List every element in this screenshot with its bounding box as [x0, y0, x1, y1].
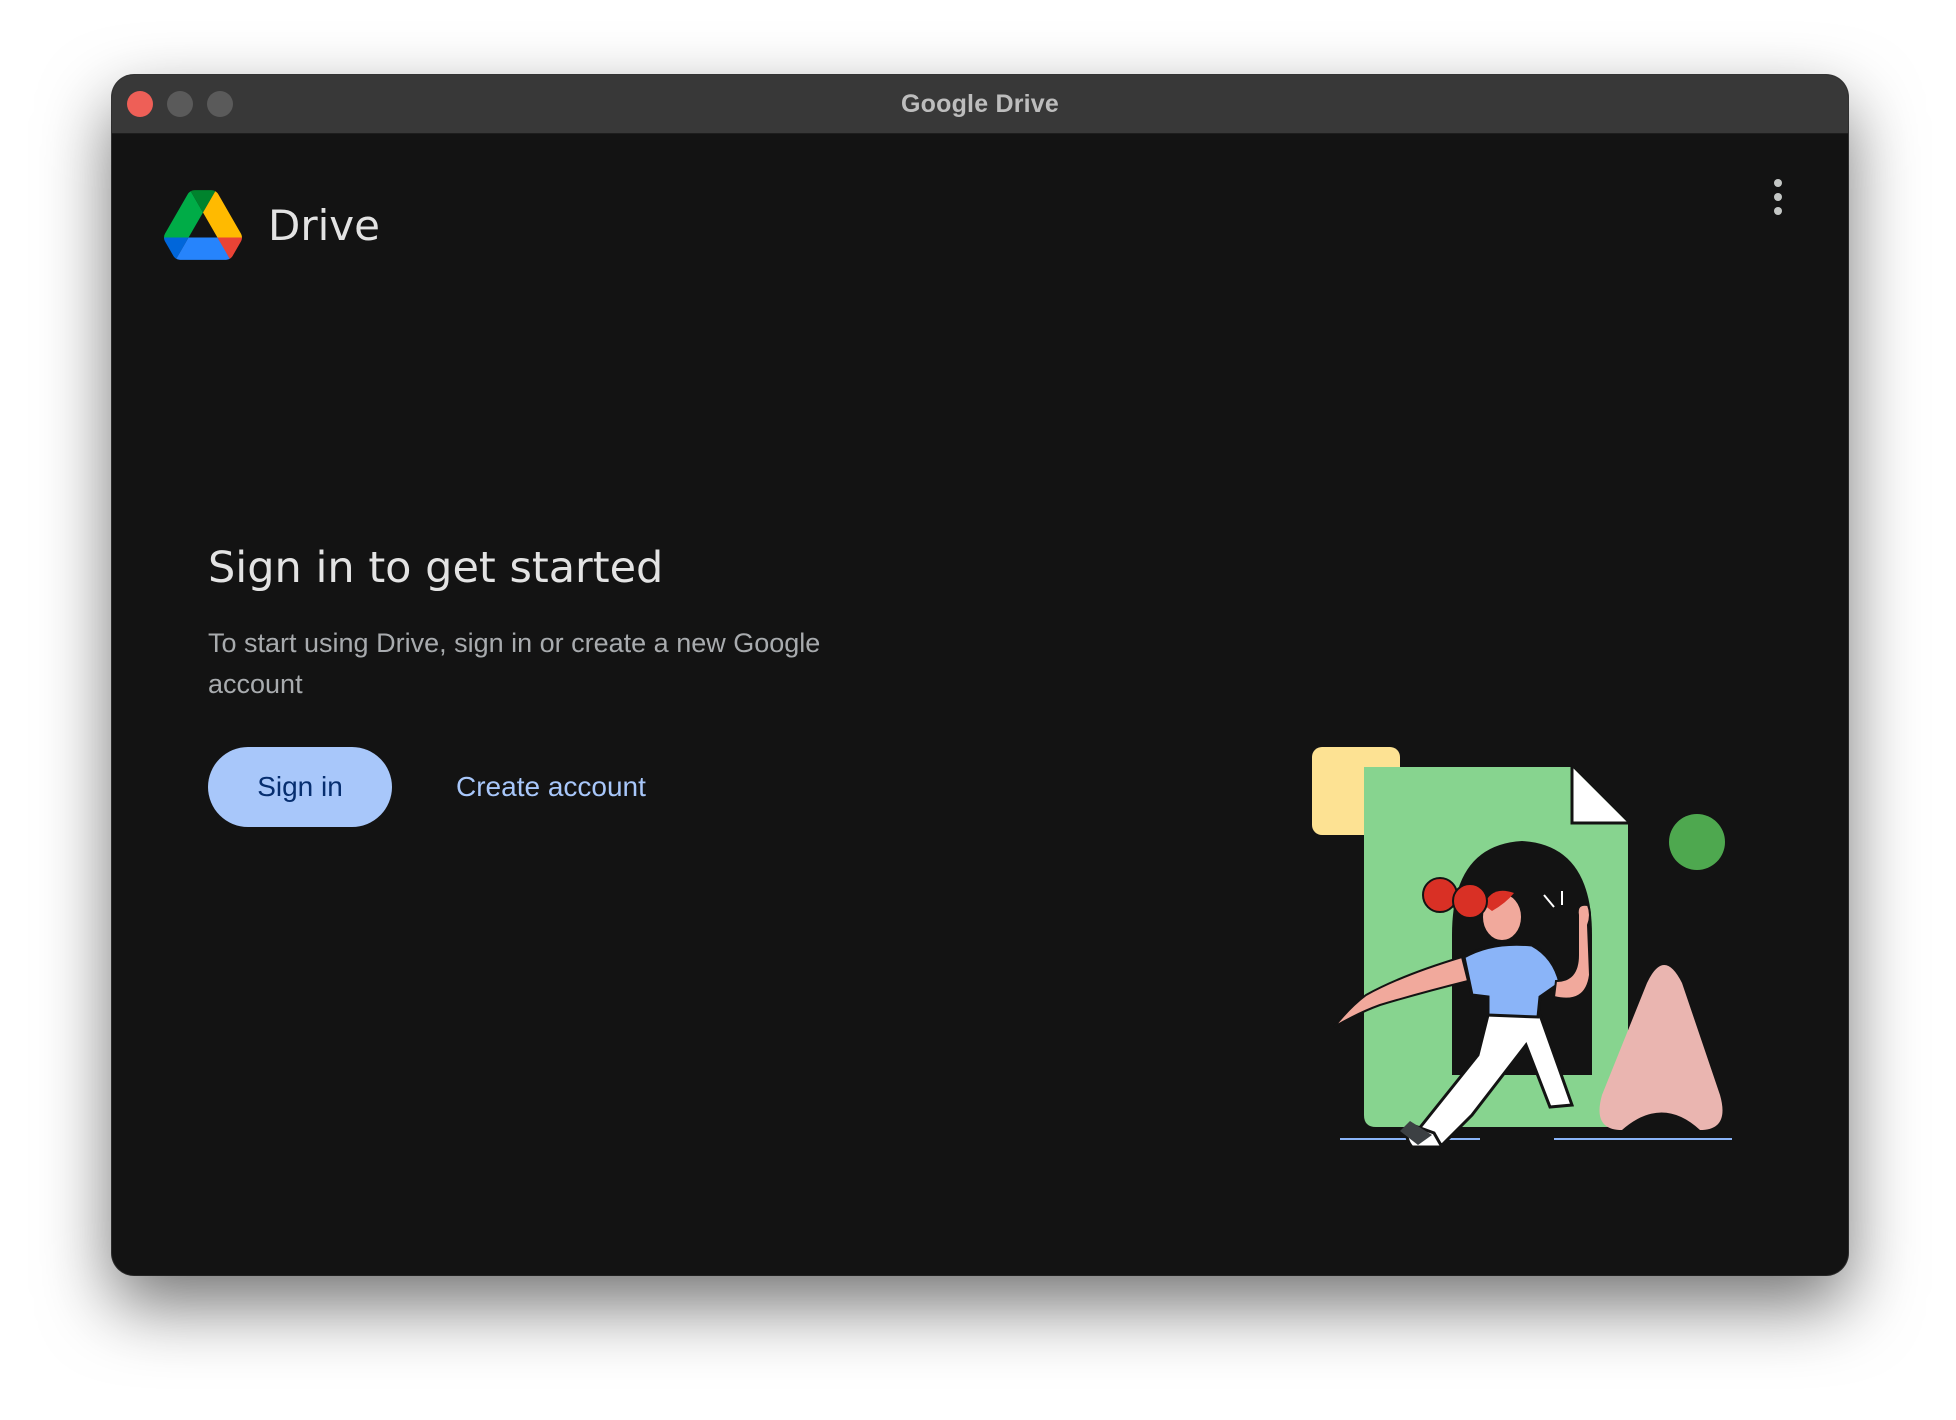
- page-description: To start using Drive, sign in or create …: [208, 628, 821, 699]
- create-account-link[interactable]: Create account: [456, 747, 646, 827]
- brand: Drive: [164, 189, 380, 261]
- brand-name: Drive: [268, 200, 380, 250]
- more-vert-icon[interactable]: [1768, 175, 1788, 219]
- google-drive-logo-icon: [164, 190, 242, 260]
- sign-in-button[interactable]: Sign in: [208, 747, 392, 827]
- window-title: Google Drive: [901, 90, 1059, 118]
- app-window: Google Drive Drive Sign in to get starte…: [112, 75, 1848, 1275]
- page-title: Sign in to get started: [208, 543, 664, 593]
- title-bar[interactable]: Google Drive: [112, 75, 1848, 134]
- person-walking-through-document-illustration: [1312, 747, 1732, 1149]
